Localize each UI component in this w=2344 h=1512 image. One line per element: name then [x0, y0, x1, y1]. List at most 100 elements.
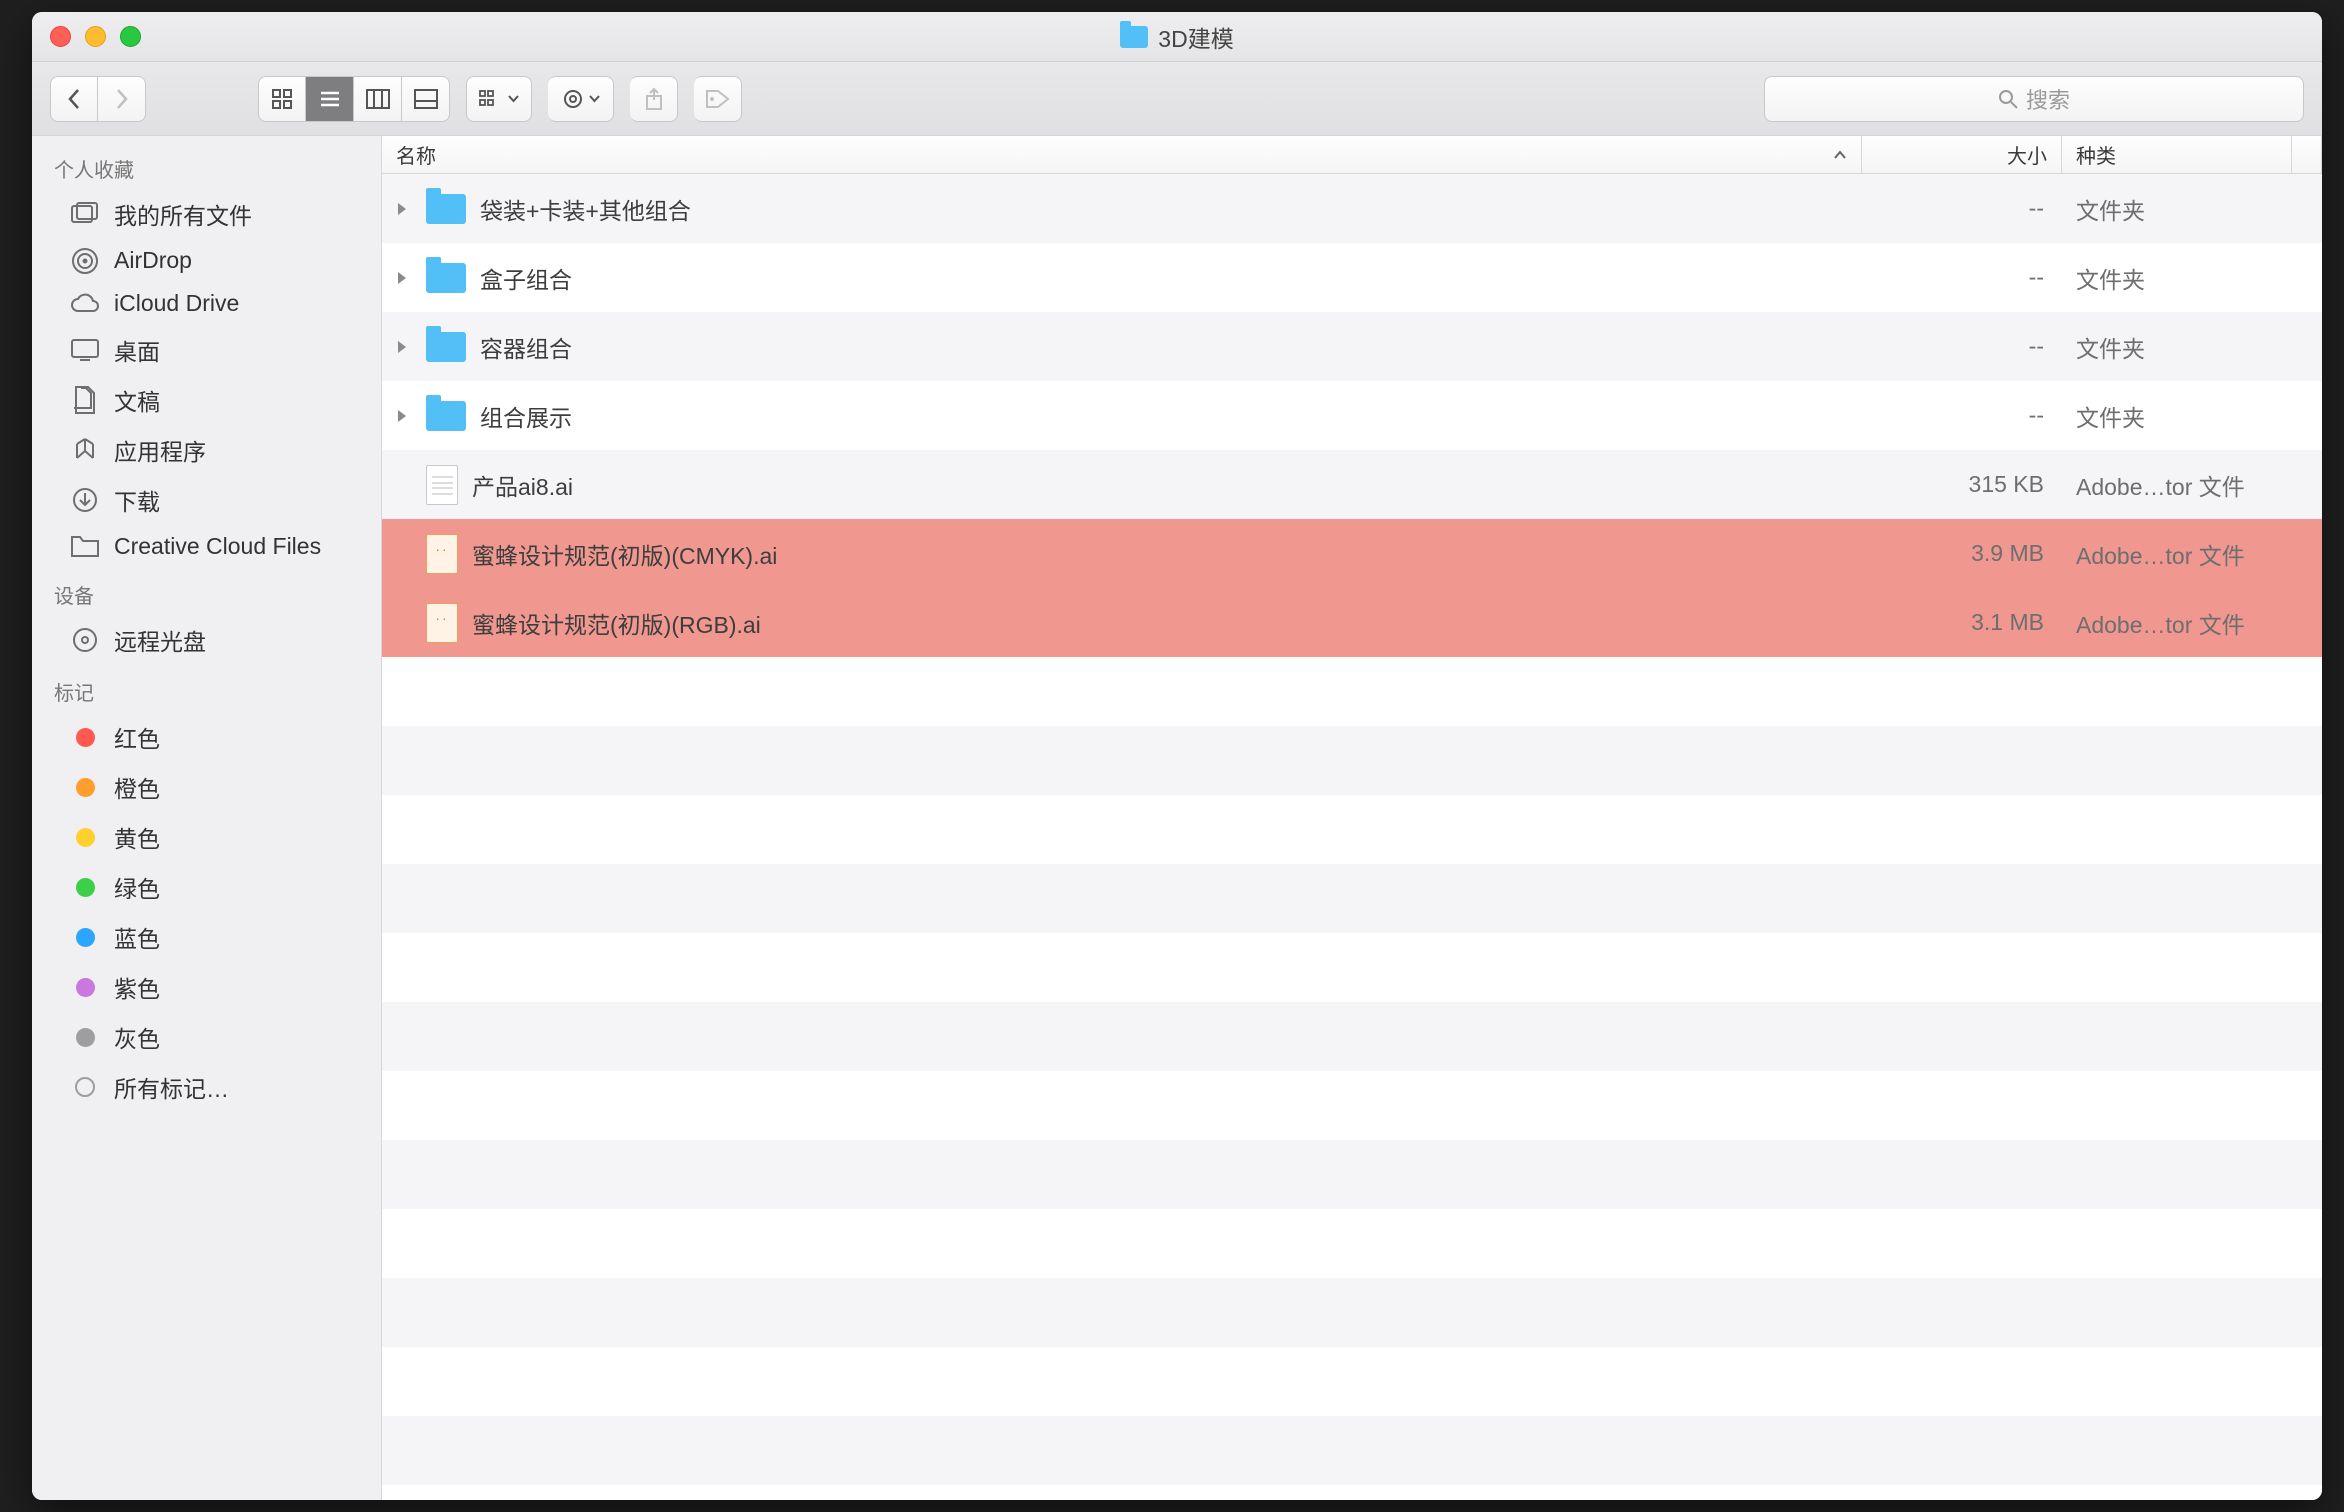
- sidebar-item[interactable]: 绿色: [32, 862, 381, 912]
- file-size: --: [1862, 264, 2062, 291]
- apps-icon: [70, 437, 100, 463]
- coverflow-view-button[interactable]: [402, 76, 450, 122]
- sidebar: 个人收藏我的所有文件 AirDropiCloud Drive桌面文稿应用程序下载 C…: [32, 136, 382, 1500]
- file-row[interactable]: 蜜蜂设计规范(初版)(RGB).ai3.1 MBAdobe…tor 文件: [382, 588, 2322, 657]
- share-button[interactable]: [630, 76, 678, 122]
- sidebar-item[interactable]: 远程光盘: [32, 615, 381, 665]
- view-mode-buttons: [258, 76, 450, 122]
- forward-button[interactable]: [98, 76, 146, 122]
- zoom-button[interactable]: [120, 26, 141, 47]
- file-kind: Adobe…tor 文件: [2062, 537, 2292, 571]
- sidebar-item[interactable]: iCloud Drive: [32, 282, 381, 325]
- sidebar-section-title: 设备: [32, 568, 381, 615]
- sidebar-item[interactable]: 桌面: [32, 325, 381, 375]
- sidebar-item-label: 文稿: [114, 383, 160, 417]
- nav-buttons: [50, 76, 146, 122]
- file-size: 3.1 MB: [1862, 609, 2062, 636]
- column-header-name[interactable]: 名称: [382, 136, 1862, 173]
- file-name-cell: 产品ai8.ai: [382, 465, 1862, 505]
- file-name: 袋装+卡装+其他组合: [480, 192, 691, 226]
- chevron-left-icon: [66, 88, 82, 110]
- sidebar-item-label: 应用程序: [114, 433, 206, 467]
- folder-icon: [426, 401, 466, 431]
- disclosure-triangle-icon[interactable]: [396, 409, 412, 423]
- file-name-cell: 盒子组合: [382, 261, 1862, 295]
- arrange-button[interactable]: [466, 76, 532, 122]
- list-icon: [319, 88, 341, 110]
- sidebar-item-label: 紫色: [114, 970, 160, 1004]
- sidebar-item[interactable]: 橙色: [32, 762, 381, 812]
- sidebar-item[interactable]: 文稿: [32, 375, 381, 425]
- sidebar-item-label: 远程光盘: [114, 623, 206, 657]
- window-title-text: 3D建模: [1158, 20, 1233, 54]
- tag-icon: [705, 88, 731, 110]
- icon-view-button[interactable]: [258, 76, 306, 122]
- file-row[interactable]: 盒子组合--文件夹: [382, 243, 2322, 312]
- file-name-cell: 容器组合: [382, 330, 1862, 364]
- sidebar-item-label: Creative Cloud Files: [114, 533, 321, 560]
- disclosure-triangle-icon[interactable]: [396, 340, 412, 354]
- file-row[interactable]: 蜜蜂设计规范(初版)(CMYK).ai3.9 MBAdobe…tor 文件: [382, 519, 2322, 588]
- empty-row: [382, 795, 2322, 864]
- column-header-size[interactable]: 大小: [1862, 136, 2062, 173]
- tag-icon: [70, 724, 100, 750]
- file-name: 产品ai8.ai: [472, 468, 573, 502]
- file-row[interactable]: 产品ai8.ai315 KBAdobe…tor 文件: [382, 450, 2322, 519]
- all-files-icon: [70, 201, 100, 227]
- folder-icon: [426, 263, 466, 293]
- sidebar-item[interactable]: 红色: [32, 712, 381, 762]
- share-icon: [644, 87, 664, 111]
- search-input[interactable]: 搜索: [1764, 76, 2304, 122]
- tag-icon: [70, 874, 100, 900]
- file-row[interactable]: 袋装+卡装+其他组合 --文件夹: [382, 174, 2322, 243]
- file-kind: 文件夹: [2062, 192, 2292, 226]
- close-button[interactable]: [50, 26, 71, 47]
- search-placeholder: 搜索: [2026, 83, 2070, 115]
- file-row[interactable]: 组合展示--文件夹: [382, 381, 2322, 450]
- folder-icon: [70, 534, 100, 560]
- empty-row: [382, 1485, 2322, 1500]
- cloud-icon: [70, 291, 100, 317]
- sidebar-item[interactable]: 紫色: [32, 962, 381, 1012]
- empty-row: [382, 726, 2322, 795]
- sidebar-item[interactable]: 我的所有文件: [32, 189, 381, 239]
- file-kind: 文件夹: [2062, 330, 2292, 364]
- file-kind: Adobe…tor 文件: [2062, 606, 2292, 640]
- action-button[interactable]: [548, 76, 614, 122]
- sidebar-item[interactable]: 应用程序: [32, 425, 381, 475]
- chevron-down-icon: [589, 95, 600, 103]
- file-kind: 文件夹: [2062, 399, 2292, 433]
- sidebar-item-label: 红色: [114, 720, 160, 754]
- file-kind: 文件夹: [2062, 261, 2292, 295]
- sidebar-item[interactable]: AirDrop: [32, 239, 381, 282]
- empty-row: [382, 1347, 2322, 1416]
- minimize-button[interactable]: [85, 26, 106, 47]
- file-size: 315 KB: [1862, 471, 2062, 498]
- column-header-kind[interactable]: 种类: [2062, 136, 2292, 173]
- sort-indicator-icon: [1833, 150, 1847, 160]
- empty-row: [382, 1140, 2322, 1209]
- main-split: 个人收藏我的所有文件 AirDropiCloud Drive桌面文稿应用程序下载 C…: [32, 136, 2322, 1500]
- list-view-button[interactable]: [306, 76, 354, 122]
- tag-icon: [70, 774, 100, 800]
- sidebar-item-label: 我的所有文件: [114, 197, 252, 231]
- sidebar-item[interactable]: 黄色: [32, 812, 381, 862]
- sidebar-item[interactable]: 所有标记…: [32, 1062, 381, 1112]
- sidebar-item[interactable]: 蓝色: [32, 912, 381, 962]
- sidebar-item[interactable]: 下载: [32, 475, 381, 525]
- disclosure-triangle-icon[interactable]: [396, 271, 412, 285]
- disclosure-triangle-icon[interactable]: [396, 202, 412, 216]
- sidebar-section-title: 个人收藏: [32, 142, 381, 189]
- disc-icon: [70, 627, 100, 653]
- file-size: --: [1862, 195, 2062, 222]
- sidebar-item[interactable]: Creative Cloud Files: [32, 525, 381, 568]
- back-button[interactable]: [50, 76, 98, 122]
- sidebar-item[interactable]: 灰色: [32, 1012, 381, 1062]
- column-header-row: 名称 大小 种类: [382, 136, 2322, 174]
- file-size: 3.9 MB: [1862, 540, 2062, 567]
- tags-button[interactable]: [694, 76, 742, 122]
- empty-row: [382, 1071, 2322, 1140]
- column-view-button[interactable]: [354, 76, 402, 122]
- file-row[interactable]: 容器组合--文件夹: [382, 312, 2322, 381]
- empty-row: [382, 1002, 2322, 1071]
